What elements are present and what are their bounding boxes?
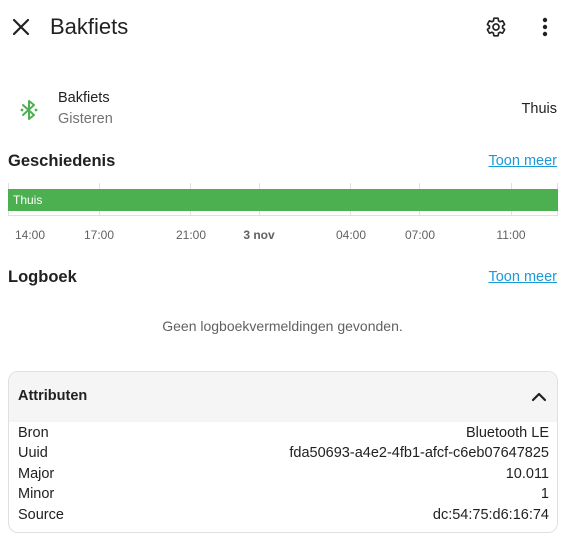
chevron-up-icon[interactable] (529, 387, 549, 407)
history-timeline: Thuis 14:00 17:00 21:00 3 nov 04:00 07:0… (8, 183, 558, 242)
more-options-button[interactable] (533, 12, 557, 42)
timeline-tick-label: 14:00 (14, 228, 46, 242)
entity-name: Bakfiets (58, 90, 110, 106)
attribute-key: Bron (18, 425, 49, 441)
timeline-tick-label: 11:00 (496, 228, 526, 242)
settings-button[interactable] (482, 12, 510, 42)
timeline-state-bar[interactable]: Thuis (8, 189, 558, 211)
entity-row: Bakfiets Gisteren Thuis (0, 88, 565, 132)
attributes-header[interactable]: Attributen (9, 372, 557, 422)
attribute-key: Minor (18, 486, 55, 502)
more-vertical-icon (542, 17, 548, 37)
bluetooth-icon (20, 100, 38, 120)
attribute-row: Uuid fda50693-a4e2-4fb1-afcf-c6eb0764782… (18, 445, 549, 465)
history-title: Geschiedenis (8, 152, 116, 170)
entity-state: Thuis (521, 101, 557, 117)
entity-last-changed: Gisteren (58, 111, 113, 127)
attribute-row: Source dc:54:75:d6:16:74 (18, 507, 549, 527)
attribute-value: fda50693-a4e2-4fb1-afcf-c6eb07647825 (289, 445, 549, 461)
timeline-tick-label: 07:00 (404, 228, 436, 242)
attribute-key: Source (18, 507, 64, 523)
attribute-value: 10.011 (505, 466, 549, 482)
attribute-value: Bluetooth LE (465, 425, 549, 441)
logbook-title: Logboek (8, 268, 77, 286)
logbook-empty-message: Geen logboekvermeldingen gevonden. (162, 318, 403, 334)
attribute-row: Major 10.011 (18, 466, 549, 486)
history-show-more-link[interactable]: Toon meer (488, 153, 557, 169)
close-button[interactable] (8, 12, 34, 42)
timeline-tick-label: 21:00 (175, 228, 207, 242)
attribute-key: Uuid (18, 445, 48, 461)
attribute-key: Major (18, 466, 55, 482)
attribute-row: Bron Bluetooth LE (18, 425, 549, 445)
attribute-value: 1 (540, 486, 549, 502)
timeline-bar-label: Thuis (13, 193, 43, 207)
attribute-row: Minor 1 (18, 486, 549, 506)
attributes-title: Attributen (18, 388, 88, 404)
timeline-baseline (8, 215, 558, 216)
timeline-tick-label: 17:00 (83, 228, 115, 242)
close-icon (12, 18, 30, 36)
dialog-title: Bakfiets (50, 14, 129, 39)
logbook-show-more-link[interactable]: Toon meer (488, 269, 557, 285)
timeline-tick-label: 04:00 (335, 228, 367, 242)
attribute-value: dc:54:75:d6:16:74 (432, 507, 549, 523)
gear-icon (486, 17, 506, 37)
attributes-card: Attributen Bron Bluetooth LE Uuid fda506… (8, 371, 558, 533)
timeline-tick-label: 3 nov (243, 228, 275, 242)
top-app-bar: Bakfiets (0, 0, 565, 56)
